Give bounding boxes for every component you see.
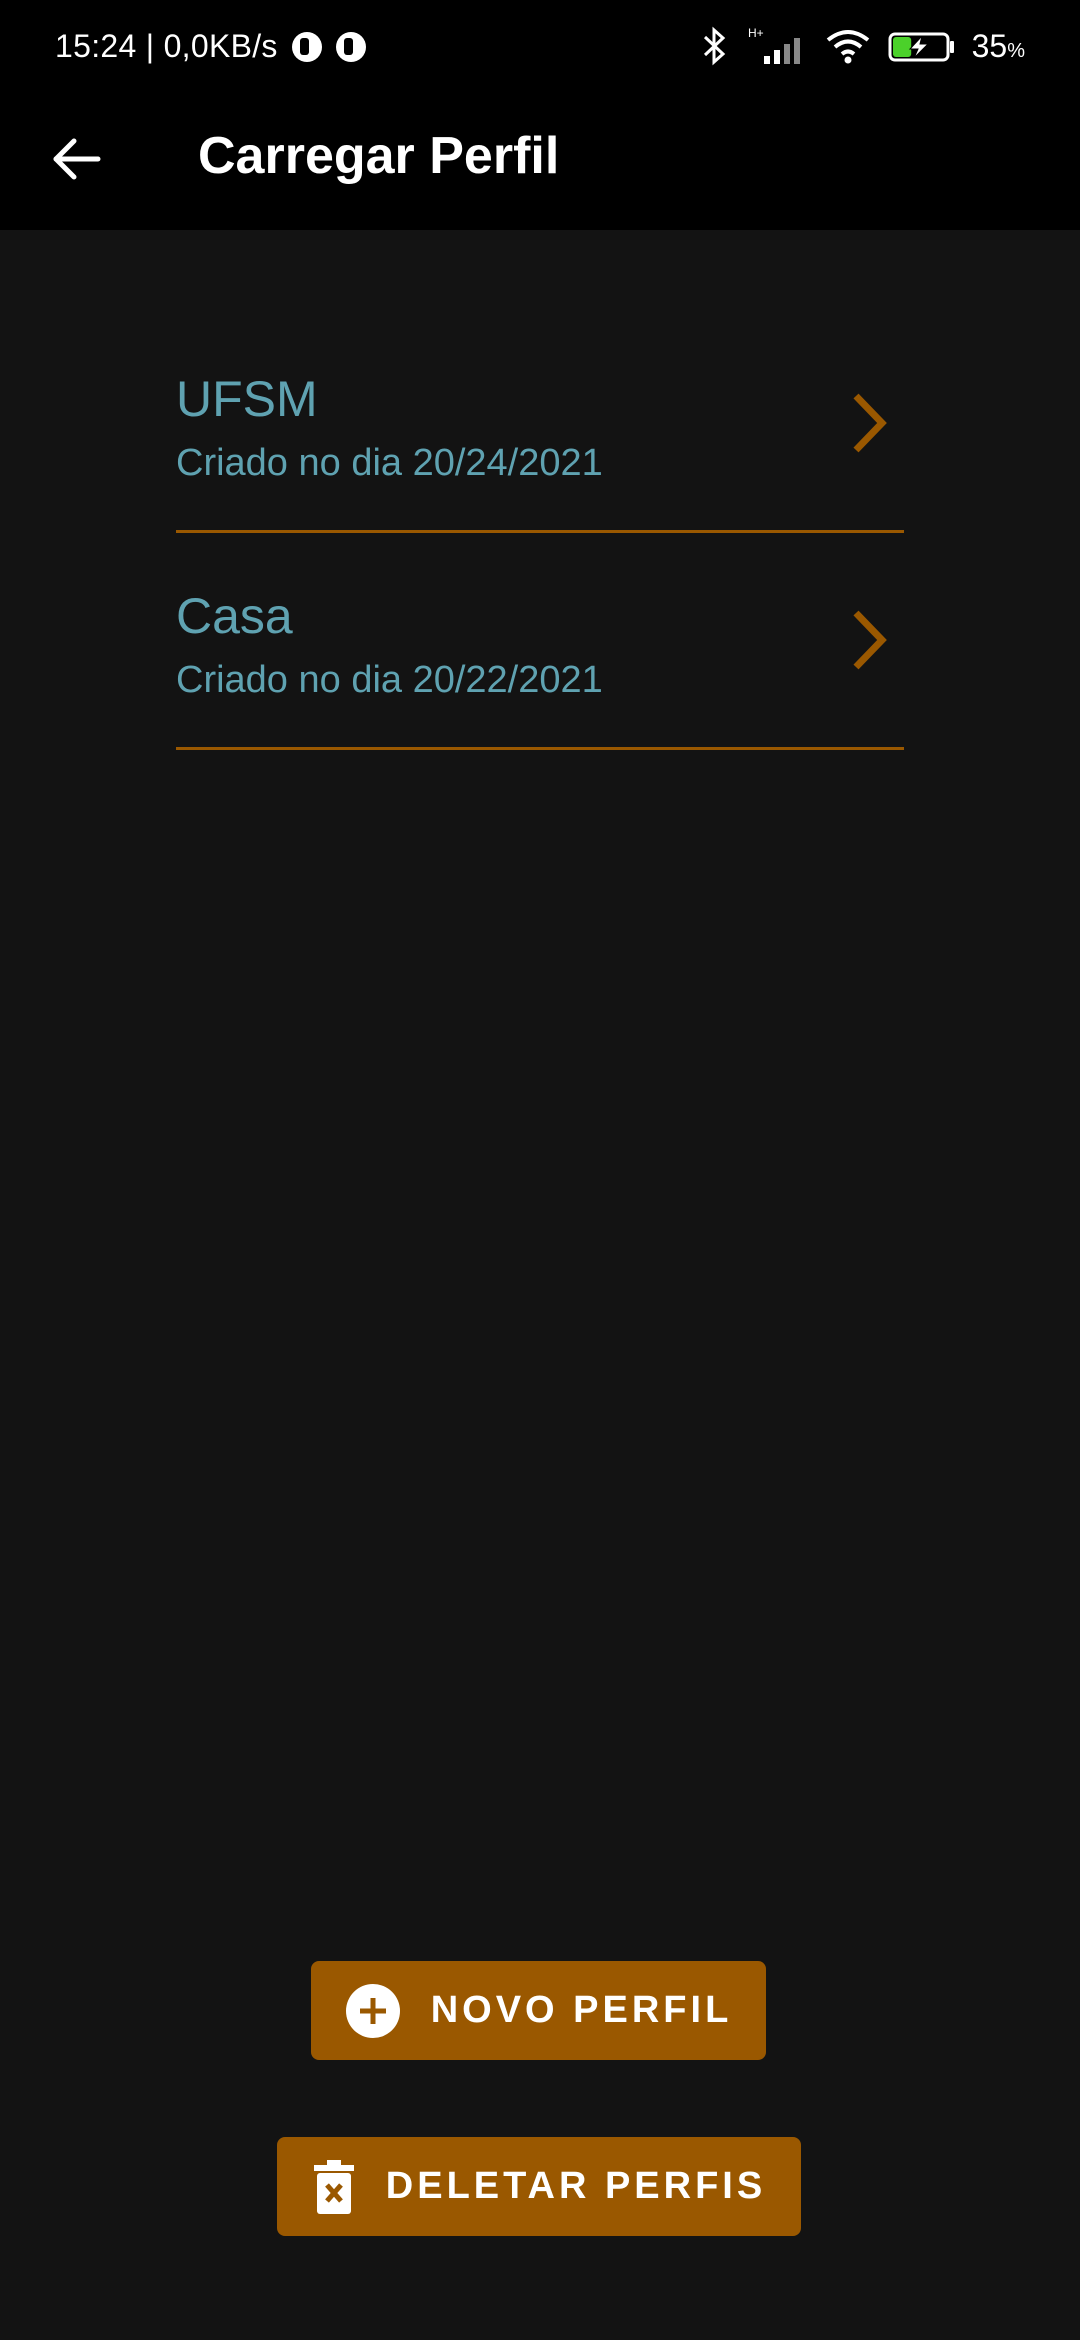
profile-name: UFSM (176, 371, 318, 427)
profile-item-casa[interactable]: Casa Criado no dia 20/22/2021 (176, 567, 904, 750)
notification-icon (335, 31, 366, 62)
status-bar: 15:24 | 0,0KB/s H+ 35% (0, 0, 1080, 96)
cellular-signal-icon: H+ (748, 26, 800, 64)
bluetooth-icon (703, 26, 725, 66)
page-title: Carregar Perfil (198, 127, 560, 185)
chevron-right-icon (853, 393, 887, 453)
status-left: 15:24 | 0,0KB/s (55, 28, 366, 65)
arrow-left-icon (53, 138, 101, 180)
back-button[interactable] (40, 123, 112, 195)
delete-profiles-button[interactable]: DELETAR PERFIS (277, 2137, 801, 2236)
profile-created-date: Criado no dia 20/22/2021 (176, 659, 603, 701)
battery-percent: 35% (972, 28, 1025, 65)
add-circle-icon (345, 1983, 401, 2039)
wifi-icon (826, 30, 869, 64)
battery-icon (888, 32, 954, 62)
notification-icon (291, 31, 322, 62)
battery-percent-sign: % (1007, 39, 1025, 62)
profile-name: Casa (176, 588, 293, 644)
profile-item-ufsm[interactable]: UFSM Criado no dia 20/24/2021 (176, 350, 904, 533)
delete-profiles-label: DELETAR PERFIS (385, 2165, 767, 2207)
chevron-right-icon (853, 610, 887, 670)
profile-list: UFSM Criado no dia 20/24/2021 Casa Criad… (176, 350, 904, 784)
network-type-label: H+ (748, 26, 764, 40)
status-time-speed: 15:24 | 0,0KB/s (55, 28, 278, 64)
new-profile-label: NOVO PERFIL (430, 1989, 733, 2031)
delete-icon (312, 2158, 356, 2216)
app-bar: Carregar Perfil (0, 96, 1080, 230)
status-right: H+ 35% (702, 26, 1025, 66)
new-profile-button[interactable]: NOVO PERFIL (311, 1961, 766, 2060)
profile-created-date: Criado no dia 20/24/2021 (176, 442, 603, 484)
battery-percent-value: 35 (971, 27, 1008, 64)
